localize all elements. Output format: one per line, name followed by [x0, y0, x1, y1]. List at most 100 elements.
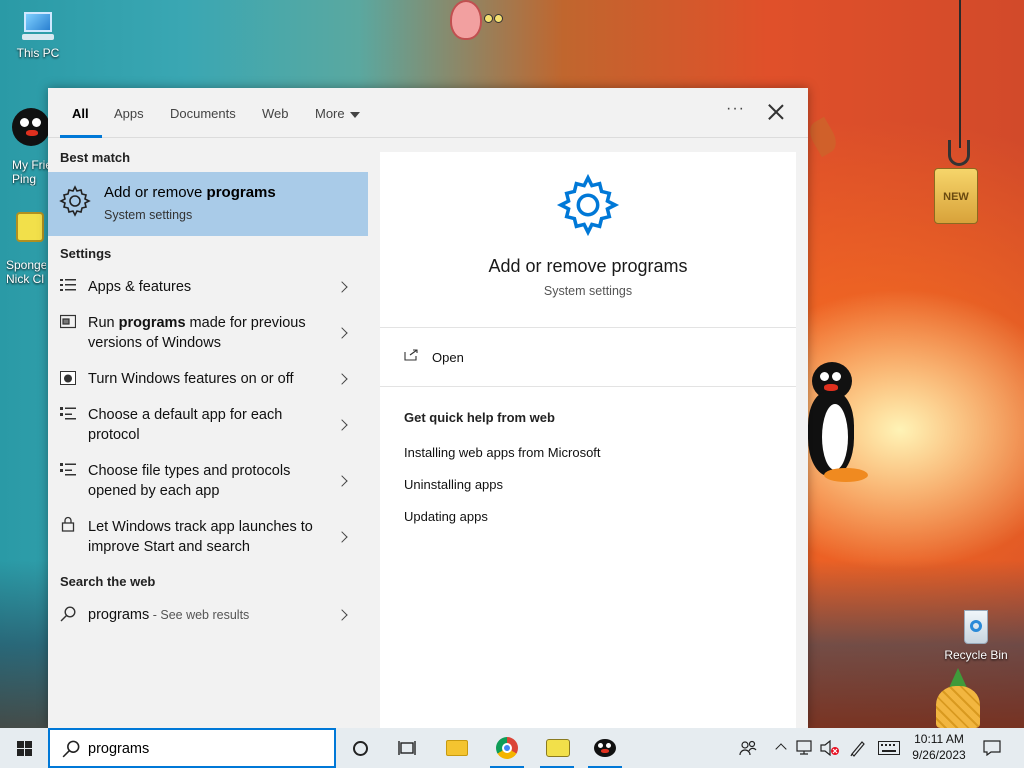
best-match-title: Add or remove programs [104, 184, 276, 201]
network-button[interactable] [794, 728, 814, 768]
notification-icon [983, 740, 1001, 756]
help-link-updating-apps[interactable]: Updating apps [404, 509, 488, 524]
penguin-icon [594, 739, 616, 757]
taskbar-search-box[interactable] [48, 728, 336, 768]
show-hidden-icons-button[interactable] [772, 728, 790, 768]
preview-pane: Add or remove programs System settings O… [380, 152, 796, 728]
task-view-icon [398, 741, 416, 755]
tab-more[interactable]: More [315, 106, 360, 121]
settings-item-label: Apps & features [88, 279, 192, 295]
preview-subtitle: System settings [543, 284, 633, 298]
keyboard-icon [878, 741, 900, 755]
shimeji-app-button[interactable] [534, 728, 580, 768]
penguin-icon [12, 108, 52, 148]
desktop-icon-label: Recycle Bin [944, 648, 1008, 662]
compatibility-icon [60, 314, 76, 329]
chevron-right-icon [336, 609, 348, 621]
quick-help-heading: Get quick help from web [404, 410, 555, 425]
search-input[interactable] [88, 738, 328, 760]
leaf-decoration [804, 116, 842, 158]
tab-documents[interactable]: Documents [170, 106, 236, 121]
best-match-heading: Best match [60, 150, 131, 165]
new-sign-icon: NEW [934, 168, 978, 224]
default-apps-icon [60, 407, 76, 420]
settings-item-apps-features[interactable]: Apps & features [48, 275, 368, 303]
more-options-icon[interactable]: ··· [726, 100, 745, 118]
cortana-icon [353, 741, 368, 756]
help-link-installing-web-apps[interactable]: Installing web apps from Microsoft [404, 445, 601, 460]
search-icon [60, 606, 76, 622]
settings-item-run-programs[interactable]: Run programs made for previous versions … [48, 311, 368, 355]
desktop-icon-recycle-bin[interactable]: Recycle Bin [938, 604, 1014, 662]
start-search-panel: All Apps Documents Web More ··· Best mat… [48, 88, 808, 728]
chevron-up-icon [775, 743, 787, 755]
new-sign-text: NEW [943, 191, 969, 203]
tab-all[interactable]: All [72, 106, 89, 121]
lock-icon [61, 516, 75, 532]
settings-item-windows-features[interactable]: Turn Windows features on or off [48, 367, 368, 395]
clock-date: 9/26/2023 [912, 748, 966, 762]
pineapple-icon [932, 668, 984, 728]
active-tab-indicator [60, 135, 102, 138]
settings-item-file-types-protocols[interactable]: Choose file types and protocols opened b… [48, 459, 368, 503]
gear-icon [556, 173, 620, 237]
tab-web[interactable]: Web [262, 106, 289, 121]
chrome-icon [496, 737, 518, 759]
task-view-button[interactable] [384, 728, 430, 768]
list-icon [60, 279, 76, 291]
hook-icon [948, 140, 970, 166]
spongebob-icon [546, 739, 570, 757]
shimeji-eyes-icon [484, 14, 504, 24]
people-icon [739, 740, 757, 756]
results-list: Best match Add or remove programs System… [48, 139, 380, 728]
desktop-icon-label: This PC [16, 46, 60, 60]
windows-features-icon [60, 371, 76, 385]
web-search-result[interactable]: programs - See web results [48, 603, 368, 631]
volume-muted-icon [820, 740, 839, 756]
best-match-result[interactable]: Add or remove programs System settings [48, 172, 368, 236]
search-tabs: All Apps Documents Web More ··· [48, 88, 808, 138]
preview-title: Add or remove programs [488, 256, 688, 276]
chevron-right-icon [336, 373, 348, 385]
search-icon [62, 740, 80, 758]
network-icon [796, 740, 812, 755]
close-icon[interactable] [766, 102, 786, 122]
desktop-icon-label: Sponge Nick Cl [6, 258, 46, 286]
chrome-button[interactable] [484, 728, 530, 768]
cortana-button[interactable] [338, 728, 384, 768]
tab-apps[interactable]: Apps [114, 106, 144, 121]
people-button[interactable] [736, 728, 760, 768]
start-button[interactable] [0, 728, 48, 768]
fishing-line [959, 0, 961, 148]
pen-icon [850, 741, 865, 757]
gear-icon [59, 185, 91, 217]
web-search-label: programs - See web results [88, 607, 250, 623]
settings-item-label: Turn Windows features on or off [88, 371, 294, 387]
chevron-right-icon [336, 531, 348, 543]
volume-button[interactable] [818, 728, 842, 768]
folder-icon [446, 740, 468, 756]
open-button[interactable]: Open [380, 329, 796, 387]
pingu-app-button[interactable] [582, 728, 628, 768]
touch-keyboard-button[interactable] [876, 728, 902, 768]
desktop-icon-this-pc[interactable]: This PC [3, 10, 73, 60]
pen-workspace-button[interactable] [846, 728, 870, 768]
shimeji-creature-icon [450, 0, 482, 40]
file-explorer-button[interactable] [434, 728, 480, 768]
recycle-bin-icon [956, 604, 996, 646]
settings-item-label: Choose file types and protocols opened b… [88, 463, 291, 499]
open-label: Open [432, 350, 464, 365]
best-match-subtitle: System settings [104, 208, 193, 222]
taskbar: 10:11 AM 9/26/2023 [0, 728, 1024, 768]
pingu-penguin-icon [808, 362, 872, 488]
action-center-button[interactable] [980, 728, 1004, 768]
help-link-uninstalling-apps[interactable]: Uninstalling apps [404, 477, 503, 492]
search-web-heading: Search the web [60, 574, 156, 589]
taskbar-clock[interactable]: 10:11 AM 9/26/2023 [904, 731, 974, 763]
chevron-right-icon [336, 475, 348, 487]
default-apps-icon [60, 463, 76, 476]
windows-logo-icon [17, 741, 32, 756]
clock-time: 10:11 AM [914, 732, 964, 746]
settings-item-default-app-protocol[interactable]: Choose a default app for each protocol [48, 403, 368, 447]
settings-item-track-app-launches[interactable]: Let Windows track app launches to improv… [48, 515, 368, 559]
